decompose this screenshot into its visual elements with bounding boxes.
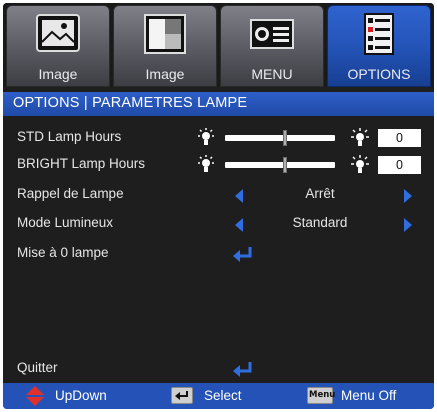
tab-image[interactable]: Image — [6, 5, 110, 87]
footer-hint-bar: UpDown Select Menu Menu Off — [3, 383, 434, 409]
image-landscape-icon — [36, 14, 80, 52]
tab-options-label: OPTIONS — [347, 66, 411, 82]
footer-updown-label: UpDown — [55, 388, 107, 403]
mode-lumineux-value: Standard — [292, 215, 348, 230]
bulb-dim-icon — [198, 128, 214, 145]
std-lamp-slider-thumb[interactable] — [283, 130, 287, 146]
select-key-icon — [171, 387, 193, 404]
footer-menu-off-label: Menu Off — [341, 388, 397, 403]
menu-row-rappel-lampe[interactable]: Rappel de Lampe Arrêt — [3, 184, 434, 206]
tab-image-2-label: Image — [145, 66, 185, 82]
enter-icon[interactable] — [232, 360, 254, 378]
arrow-left-icon[interactable] — [235, 189, 243, 203]
mode-lumineux-label: Mode Lumineux — [17, 215, 114, 230]
quit-label: Quitter — [17, 360, 58, 375]
std-lamp-slider-track[interactable] — [225, 135, 335, 141]
tab-options[interactable]: OPTIONS — [327, 5, 431, 87]
bulb-bright-icon — [351, 128, 369, 146]
arrow-right-icon[interactable] — [404, 189, 412, 203]
tab-image-2[interactable]: Image — [113, 5, 217, 87]
bright-lamp-slider-thumb[interactable] — [283, 157, 287, 173]
lamp-reset-label: Mise à 0 lampe — [17, 245, 109, 260]
std-lamp-hours-label: STD Lamp Hours — [17, 129, 122, 144]
page-title: OPTIONS | PARAMETRES LAMPE — [13, 95, 248, 111]
updown-arrows-icon — [26, 386, 44, 406]
menu-row-mode-lumineux[interactable]: Mode Lumineux Standard — [3, 213, 434, 235]
menu-key-icon: Menu — [307, 387, 336, 404]
bright-lamp-hours-label: BRIGHT Lamp Hours — [17, 156, 146, 171]
image-contrast-icon — [144, 14, 186, 54]
rappel-lampe-value: Arrêt — [305, 186, 335, 201]
tab-image-label: Image — [38, 66, 78, 82]
bulb-bright-icon — [351, 155, 369, 173]
arrow-right-icon[interactable] — [404, 218, 412, 232]
menu-row-lamp-reset[interactable]: Mise à 0 lampe — [3, 243, 434, 265]
options-checklist-icon — [364, 13, 394, 55]
tab-menu-label: MENU — [251, 66, 293, 82]
bulb-dim-icon — [198, 155, 214, 172]
projector-icon — [250, 19, 294, 49]
std-lamp-hours-value: 0 — [378, 129, 421, 147]
arrow-left-icon[interactable] — [235, 218, 243, 232]
menu-row-bright-lamp-hours[interactable]: BRIGHT Lamp Hours 0 — [3, 154, 434, 176]
rappel-lampe-label: Rappel de Lampe — [17, 186, 124, 201]
menu-key-label: Menu — [309, 390, 336, 400]
footer-select-label: Select — [204, 388, 242, 403]
menu-row-std-lamp-hours[interactable]: STD Lamp Hours 0 — [3, 127, 434, 149]
menu-row-quit[interactable]: Quitter — [3, 358, 434, 380]
bright-lamp-hours-value: 0 — [378, 156, 421, 174]
page-title-bar: OPTIONS | PARAMETRES LAMPE — [3, 92, 434, 116]
tab-menu[interactable]: MENU — [220, 5, 324, 87]
osd-panel: Image Image MENU OPTIONS OPTIONS | PARAM… — [3, 3, 434, 409]
enter-icon[interactable] — [232, 245, 254, 263]
bright-lamp-slider-track[interactable] — [225, 162, 335, 168]
tab-bar: Image Image MENU OPTIONS — [3, 3, 434, 87]
